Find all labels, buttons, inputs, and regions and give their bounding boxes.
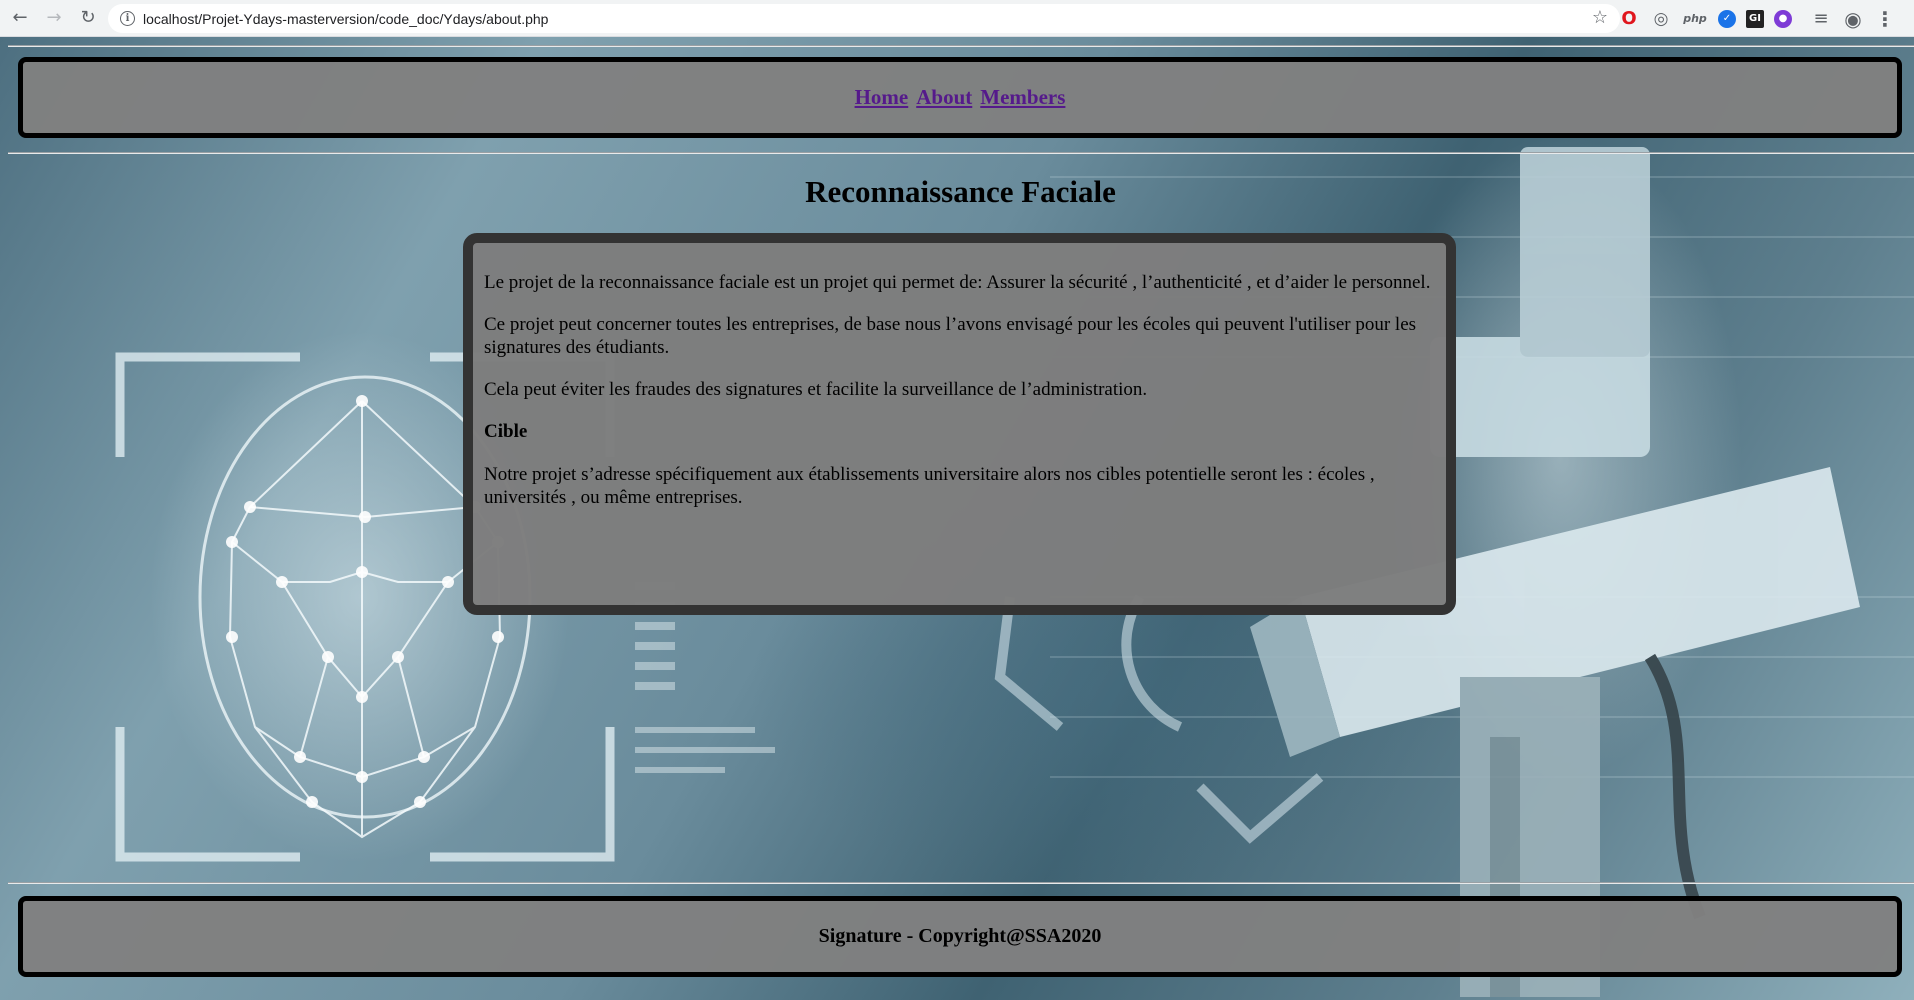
- nav-link-members[interactable]: Members: [980, 85, 1065, 109]
- footer: Signature - Copyright@SSA2020: [18, 896, 1902, 977]
- globe-extension-icon[interactable]: ◎: [1650, 8, 1672, 30]
- browser-menu-icon[interactable]: ⋮: [1874, 7, 1896, 31]
- page-title: Reconnaissance Faciale: [805, 174, 1116, 209]
- extensions-bar: O ◎ php ✓ GI ● ≡ ◉ ⋮: [1618, 6, 1896, 31]
- nav-link-home[interactable]: Home: [855, 85, 909, 109]
- footer-divider: [8, 882, 1914, 884]
- address-bar[interactable]: i localhost/Projet-Ydays-masterversion/c…: [108, 4, 1620, 33]
- reading-list-icon[interactable]: ≡: [1810, 8, 1832, 30]
- messenger-extension-icon[interactable]: ✓: [1718, 9, 1736, 28]
- php-extension-icon[interactable]: php: [1682, 8, 1708, 30]
- scope-paragraph: Ce projet peut concerner toutes les entr…: [484, 314, 1417, 358]
- forward-icon[interactable]: →: [40, 4, 68, 32]
- target-heading: Cible: [484, 421, 528, 442]
- header: Home About Members: [18, 57, 1902, 138]
- content-panel: Le projet de la reconnaissance faciale e…: [463, 233, 1456, 615]
- header-divider: [8, 152, 1914, 154]
- benefit-paragraph: Cela peut éviter les fraudes des signatu…: [484, 379, 1148, 400]
- back-icon[interactable]: ←: [6, 4, 34, 32]
- gl-extension-icon[interactable]: GI: [1746, 9, 1764, 28]
- nav-link-about[interactable]: About: [916, 85, 972, 109]
- star-icon[interactable]: ☆: [1592, 7, 1608, 28]
- top-divider: [8, 45, 1914, 47]
- main-nav: Home About Members: [853, 85, 1068, 110]
- page-body: Home About Members Reconnaissance Facial…: [0, 37, 1914, 1000]
- footer-copyright: Signature - Copyright@SSA2020: [818, 925, 1102, 947]
- url-text[interactable]: localhost/Projet-Ydays-masterversion/cod…: [143, 11, 548, 27]
- info-icon[interactable]: i: [120, 11, 135, 26]
- purple-extension-icon[interactable]: ●: [1774, 9, 1792, 28]
- browser-toolbar: ← → ↻ i localhost/Projet-Ydays-masterver…: [0, 0, 1914, 37]
- opera-extension-icon[interactable]: O: [1618, 8, 1640, 30]
- profile-icon[interactable]: ◉: [1842, 7, 1864, 31]
- intro-paragraph: Le projet de la reconnaissance faciale e…: [484, 272, 1431, 293]
- target-paragraph: Notre projet s’adresse spécifiquement au…: [484, 464, 1375, 508]
- reload-icon[interactable]: ↻: [74, 4, 102, 32]
